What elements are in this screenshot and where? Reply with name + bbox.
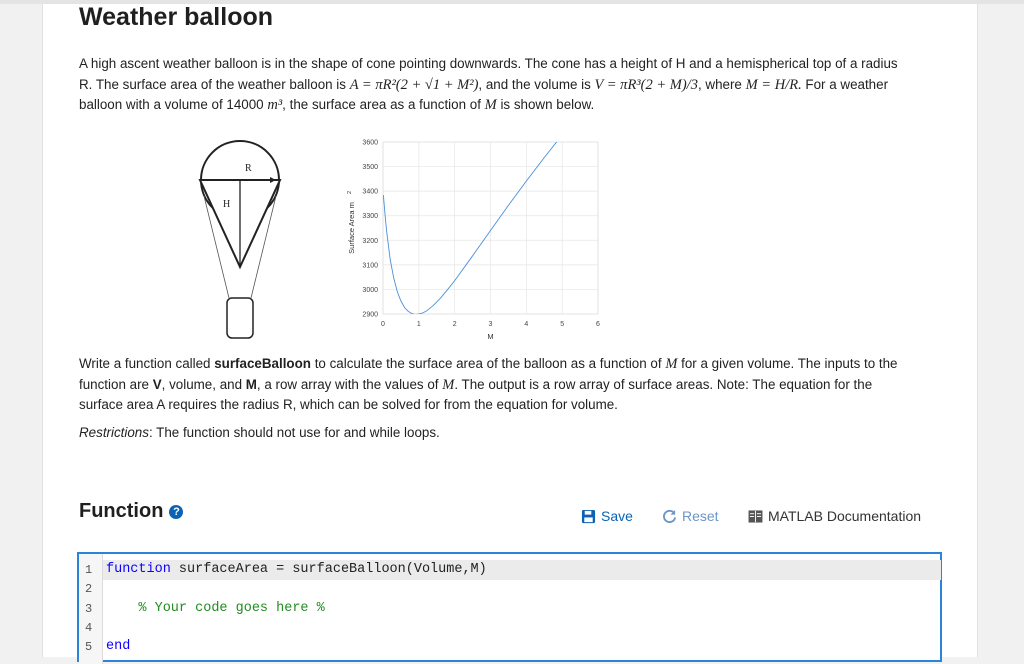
x-tick-label: 3 — [489, 321, 493, 328]
y-axis-label: Surface Area m — [347, 202, 356, 254]
volume-unit: m³ — [267, 97, 283, 113]
code-line-5[interactable]: end — [106, 639, 130, 654]
line-number-gutter: 1 2 3 4 5 — [79, 554, 103, 664]
y-axis-label-superscript: 2 — [347, 191, 353, 194]
intro-paragraph: A high ascent weather balloon is in the … — [79, 56, 898, 113]
matlab-documentation-link[interactable]: MATLAB Documentation — [748, 508, 921, 524]
y-tick-label: 3400 — [362, 189, 378, 196]
y-tick-label: 3600 — [362, 140, 378, 147]
payload-box — [226, 297, 254, 339]
save-icon — [581, 509, 596, 523]
help-icon[interactable]: ? — [169, 505, 184, 519]
volume-equation: V = πR³(2 + M)/3 — [594, 76, 698, 93]
x-tick-label: 6 — [596, 321, 600, 328]
m-equation: M = H/R. — [745, 76, 802, 93]
y-tick-label: 3000 — [362, 287, 378, 294]
radius-label: R — [245, 163, 252, 174]
x-tick-label: 5 — [560, 321, 564, 328]
book-icon — [748, 509, 763, 523]
code-line-3[interactable]: % Your code goes here % — [106, 601, 324, 616]
code-editor[interactable]: 1 2 3 4 5 function surfaceArea = surface… — [77, 552, 942, 664]
restrictions-label: Restrictions — [79, 425, 149, 440]
surface-area-chart: 0 1 2 3 4 5 6 2900 3000 3100 3200 3300 3400 3500 3600 M… — [347, 140, 600, 342]
reset-icon — [663, 509, 677, 523]
y-tick-label: 3100 — [362, 262, 378, 269]
x-tick-label: 4 — [524, 321, 528, 328]
balloon-diagram: R H — [198, 140, 282, 339]
task-paragraph: Write a function called surfaceBalloon t… — [79, 356, 898, 412]
y-tick-label: 3500 — [362, 164, 378, 171]
x-tick-label: 0 — [381, 321, 385, 328]
save-button[interactable]: Save — [581, 508, 633, 524]
reset-button[interactable]: Reset — [662, 508, 719, 524]
x-tick-label: 1 — [417, 321, 421, 328]
restrictions-text: Restrictions: The function should not us… — [79, 425, 440, 440]
y-tick-label: 3200 — [362, 238, 378, 245]
y-tick-label: 3300 — [362, 213, 378, 220]
x-tick-label: 2 — [453, 321, 457, 328]
function-name: surfaceBalloon — [214, 356, 311, 371]
area-equation: A = πR²(2 + √1 + M²) — [349, 76, 479, 93]
y-tick-label: 2900 — [362, 312, 378, 319]
function-heading: Function? — [79, 500, 184, 523]
page-title: Weather balloon — [79, 3, 274, 31]
x-axis-label: M — [487, 332, 493, 341]
code-line-1[interactable]: function surfaceArea = surfaceBalloon(Vo… — [106, 562, 487, 577]
height-label: H — [223, 199, 230, 210]
